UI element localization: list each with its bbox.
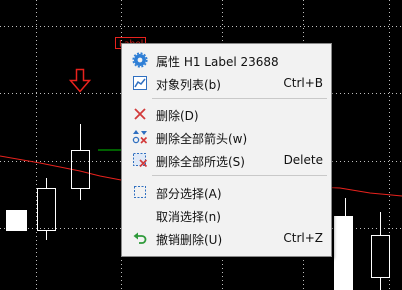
candle: [334, 198, 353, 290]
x-delete-icon: [132, 106, 148, 122]
down-arrow-marker[interactable]: [68, 68, 92, 93]
candle: [371, 212, 390, 290]
menu-item-partial-select[interactable]: 部分选择(A): [122, 182, 331, 202]
menu-item-delete[interactable]: 删除(D): [122, 104, 331, 124]
context-menu: 属性 H1 Label 23688 对象列表(b) Ctrl+B 删除(D) 删…: [121, 43, 332, 257]
chart-list-icon: [132, 75, 148, 91]
menu-item-shortcut: Delete: [283, 153, 323, 167]
menu-item-deselect[interactable]: 取消选择(n): [122, 205, 331, 225]
menu-item-label: 删除全部箭头(w): [156, 132, 248, 146]
menu-item-label: 删除全部所选(S): [156, 155, 245, 169]
menu-item-shortcut: Ctrl+Z: [283, 231, 323, 245]
menu-separator: [152, 175, 327, 176]
menu-item-label: 撤销删除(U): [156, 233, 223, 247]
candle: [37, 178, 56, 240]
candle: [6, 210, 27, 231]
menu-item-delete-all-selected[interactable]: 删除全部所选(S) Delete: [122, 150, 331, 170]
undo-icon: [132, 230, 148, 246]
menu-item-properties[interactable]: 属性 H1 Label 23688: [122, 50, 331, 70]
menu-item-label: 对象列表(b): [156, 78, 221, 92]
gear-icon: [132, 52, 148, 68]
menu-item-shortcut: Ctrl+B: [283, 76, 323, 90]
menu-item-delete-all-arrows[interactable]: 删除全部箭头(w): [122, 127, 331, 147]
menu-item-label: 取消选择(n): [156, 210, 221, 224]
menu-item-undo-delete[interactable]: 撤销删除(U) Ctrl+Z: [122, 228, 331, 248]
menu-item-label: 删除(D): [156, 109, 199, 123]
menu-item-label: 部分选择(A): [156, 187, 222, 201]
menu-item-object-list[interactable]: 对象列表(b) Ctrl+B: [122, 73, 331, 93]
menu-item-label: 属性 H1 Label 23688: [156, 55, 279, 69]
arrows-delete-icon: [132, 129, 148, 145]
dashed-select-icon: [132, 184, 148, 200]
menu-separator: [152, 98, 327, 99]
selection-delete-icon: [132, 152, 148, 168]
